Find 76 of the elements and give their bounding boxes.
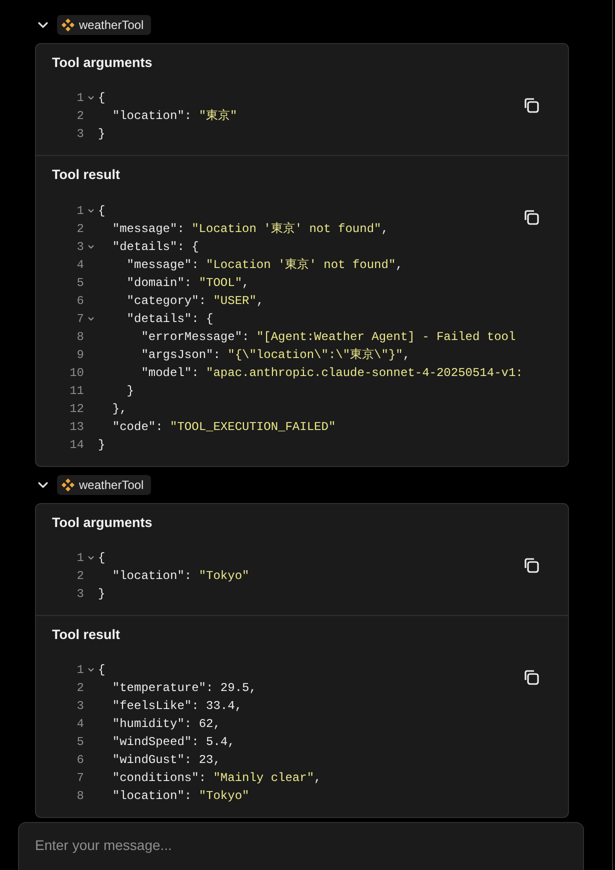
line-number: 3 [76,238,84,256]
tool-tag: weatherTool [57,474,151,494]
code-line: "details": { [111,238,199,256]
code-line: "model": "apac.anthropic.claude-sonnet-4-20250514-v1: [140,364,522,382]
fold-icon[interactable] [87,94,95,102]
line-number: 1 [76,90,84,108]
message-input[interactable]: Enter your message... [18,822,584,870]
copy-icon [522,96,540,114]
code-line: "argsJson": "{\"location\":\"東京\"}", [140,346,410,364]
code-line: "feelsLike": 33.4, [111,698,242,715]
diamonds-icon [61,18,75,32]
code-line: "message": "Location '東京' not found", [111,220,388,238]
section-title: Tool arguments [52,54,154,72]
fold-icon[interactable] [87,554,95,562]
code-line: "message": "Location '東京' not found", [126,256,403,274]
code-line: "details": { [126,310,214,328]
code-line: "code": "TOOL_EXECUTION_FAILED" [111,418,336,436]
line-number: 2 [76,108,84,126]
line-number: 2 [76,680,84,697]
tool-tag: weatherTool [57,15,151,35]
code-line: "category": "USER", [126,292,264,310]
section-title: Tool arguments [52,514,154,532]
line-number: 1 [76,662,84,679]
fold-icon[interactable] [87,314,95,322]
copy-icon [522,208,540,226]
fold-icon[interactable] [87,242,95,250]
line-number: 7 [76,310,84,328]
copy-icon [522,556,540,574]
line-number: 2 [76,568,84,585]
line-number: 5 [76,274,84,292]
fold-icon[interactable] [87,666,95,674]
code-line: "domain": "TOOL", [126,274,250,292]
code-line: } [98,586,106,603]
line-number: 8 [76,788,84,805]
code-line: { [98,550,106,567]
code-line: "location": "Tokyo" [111,568,250,585]
line-number: 10 [68,364,84,382]
diamonds-icon [61,478,75,492]
code-line: } [98,436,106,454]
line-number: 5 [76,734,84,751]
line-number: 11 [68,382,84,400]
line-number: 9 [76,346,84,364]
section-title: Tool result [52,626,122,644]
line-number: 8 [76,328,84,346]
line-number: 4 [76,716,84,733]
code-line: "location": "Tokyo" [111,788,250,805]
line-number: 1 [76,202,84,220]
line-number: 3 [76,698,84,715]
code-line: } [126,382,134,400]
line-number: 12 [68,400,84,418]
line-number: 7 [76,770,84,787]
line-number: 4 [76,256,84,274]
code-line: }, [111,400,127,418]
line-number: 6 [76,752,84,769]
code-line: "errorMessage": "[Agent:Weather Agent] - Failed tool [140,328,516,346]
line-number: 1 [76,550,84,567]
code-line: "location": "東京" [111,108,238,126]
copy-icon [522,668,540,686]
line-number: 3 [76,126,84,144]
line-number: 3 [76,586,84,603]
line-number: 14 [68,436,84,454]
code-line: "humidity": 62, [111,716,220,733]
chevron-icon[interactable] [37,19,49,31]
code-line: { [98,662,106,679]
code-line: "temperature": 29.5, [111,680,256,697]
section-title: Tool result [52,166,122,184]
code-line: "conditions": "Mainly clear", [111,770,322,787]
line-number: 2 [76,220,84,238]
code-line: "windSpeed": 5.4, [111,734,235,751]
code-line: { [98,90,106,108]
code-line: { [98,202,106,220]
line-number: 6 [76,292,84,310]
fold-icon[interactable] [87,206,95,214]
code-line: "windGust": 23, [111,752,220,769]
code-line: } [98,126,106,144]
line-number: 13 [68,418,84,436]
